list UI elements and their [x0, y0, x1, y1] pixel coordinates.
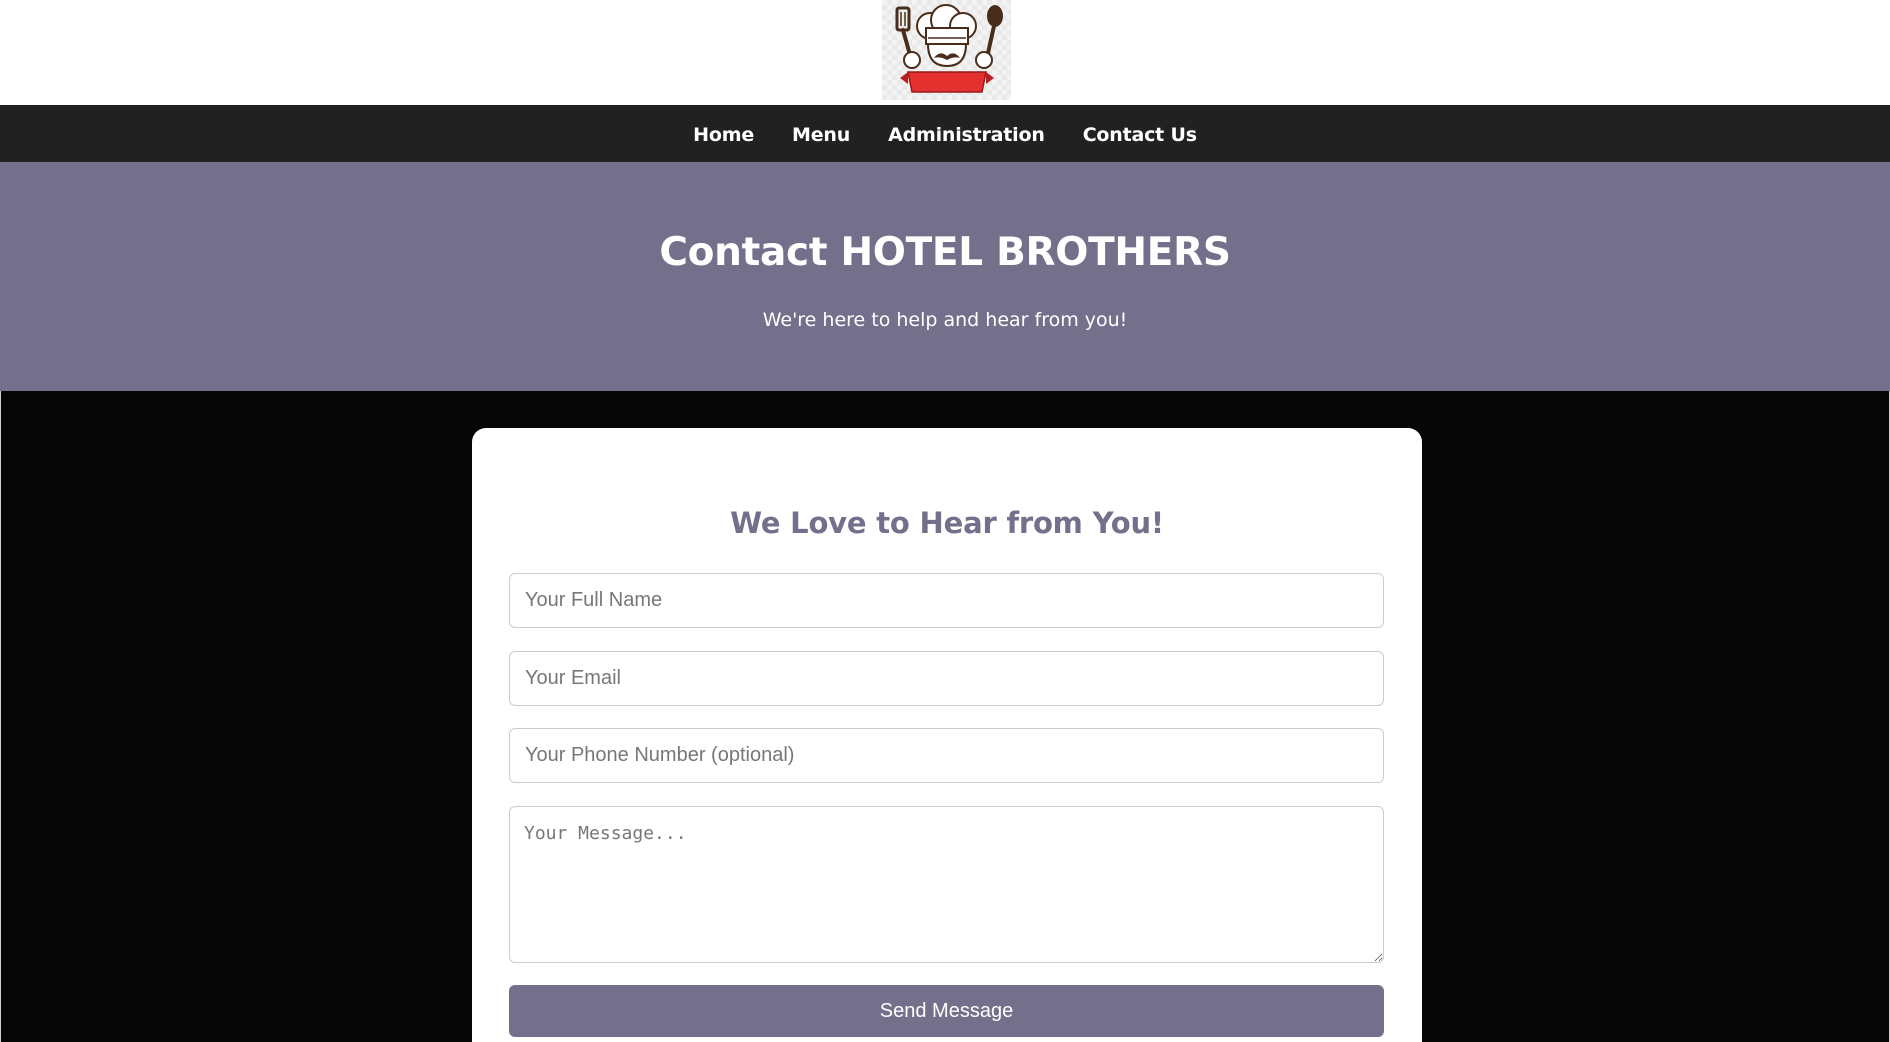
nav-item-menu[interactable]: Menu [792, 124, 850, 146]
form-title: We Love to Hear from You! [730, 506, 1164, 540]
hero-banner: Contact HOTEL BROTHERS We're here to hel… [0, 162, 1890, 391]
email-input[interactable] [509, 651, 1384, 706]
full-name-input[interactable] [509, 573, 1384, 628]
page-subtitle: We're here to help and hear from you! [762, 309, 1128, 331]
logo-bar [0, 0, 1890, 105]
page-title: Contact HOTEL BROTHERS [659, 230, 1231, 275]
send-message-button[interactable]: Send Message [509, 985, 1384, 1037]
nav-item-contact-us[interactable]: Contact Us [1083, 124, 1197, 146]
phone-input[interactable] [509, 728, 1384, 783]
contact-form: We Love to Hear from You! Send Message [472, 428, 1422, 1042]
nav-item-administration[interactable]: Administration [888, 124, 1045, 146]
message-textarea[interactable] [509, 806, 1384, 963]
nav-item-home[interactable]: Home [693, 124, 754, 146]
main-nav: Home Menu Administration Contact Us [0, 105, 1890, 162]
chef-logo-icon[interactable] [882, 0, 1011, 100]
